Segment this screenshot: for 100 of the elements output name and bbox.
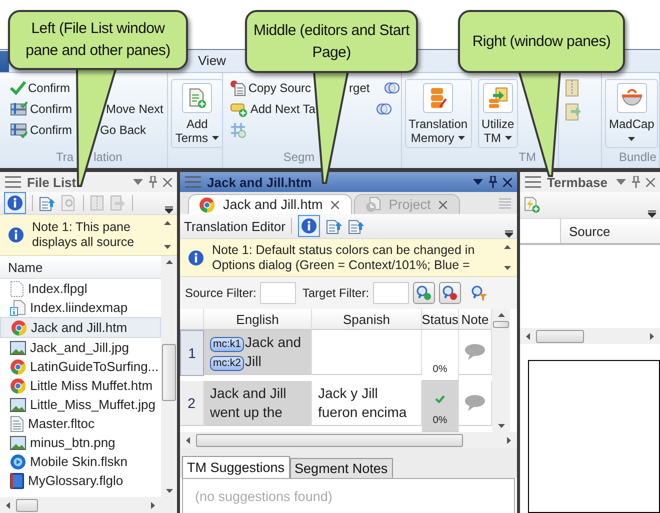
command-label[interactable]: Move Next	[106, 102, 164, 116]
zip-file-icon	[565, 79, 579, 97]
close-icon[interactable]	[438, 200, 447, 208]
panel-tab[interactable]: Segment Notes	[290, 458, 393, 478]
scroll-right-icon[interactable]	[507, 436, 511, 444]
document-tab[interactable]: Jack and Jill.htm	[188, 194, 352, 214]
browser-icon	[10, 378, 26, 394]
scroll-down-icon[interactable]	[498, 424, 504, 428]
scroll-up-icon[interactable]	[504, 245, 510, 249]
dropdown-icon[interactable]	[616, 179, 626, 185]
file-item[interactable]: Index.flpgl	[0, 279, 161, 298]
checkmark-icon	[10, 81, 26, 95]
checkmark-icon	[435, 395, 445, 403]
pin-icon[interactable]	[489, 176, 497, 188]
scroll-up-icon[interactable]	[164, 221, 170, 225]
scrollbar-thumb[interactable]	[493, 321, 509, 328]
file-item[interactable]: Index.liindexmap	[0, 298, 161, 317]
column-header[interactable]: Spanish	[312, 309, 422, 330]
target-filter-field[interactable]	[373, 282, 410, 304]
ribbon-button[interactable]: Translation Memory	[404, 79, 472, 148]
command-label[interactable]: Confirm	[30, 123, 72, 137]
target-cell[interactable]	[312, 330, 422, 375]
segment-number[interactable]: 2	[180, 381, 204, 426]
command-label[interactable]: Confirm	[28, 81, 70, 95]
file-item[interactable]: Master.fltoc	[0, 414, 161, 433]
scroll-down-icon[interactable]	[164, 245, 170, 249]
scroll-left-icon[interactable]	[186, 436, 190, 444]
document-arrow-icon[interactable]	[326, 218, 342, 234]
info-icon[interactable]	[7, 195, 23, 211]
scrollbar-thumb[interactable]	[162, 344, 176, 401]
note-text: Note 1: This pane displays all source	[32, 220, 136, 250]
command-label[interactable]: rget	[349, 81, 370, 95]
source-filter-field[interactable]	[260, 282, 296, 304]
command-label[interactable]: Add Next Ta	[250, 102, 316, 116]
document-arrow-icon[interactable]	[39, 195, 55, 211]
scroll-down-icon[interactable]	[504, 266, 510, 270]
merge-icon[interactable]	[376, 103, 392, 115]
file-item[interactable]: Little_Miss_Muffet.jpg	[0, 395, 161, 414]
file-item[interactable]: LatinGuideToSurfing...	[0, 357, 161, 376]
file-item[interactable]: Jack_and_Jill.jpg	[0, 338, 161, 357]
comment-icon[interactable]	[464, 343, 486, 361]
close-icon[interactable]	[330, 200, 339, 208]
group-label: TM	[518, 150, 536, 166]
segment-number[interactable]: 1	[180, 330, 204, 376]
ribbon-button[interactable]: Add Terms	[171, 79, 223, 148]
scrollbar-thumb[interactable]	[196, 434, 463, 446]
scroll-right-icon[interactable]	[151, 502, 155, 508]
close-icon[interactable]	[503, 178, 512, 186]
overflow-icon[interactable]	[165, 206, 173, 214]
overflow-icon[interactable]	[505, 230, 513, 238]
source-cell: mc:k1 Jack and mc:k2 Jill	[204, 330, 312, 375]
scroll-right-icon[interactable]	[650, 332, 654, 340]
pin-icon[interactable]	[632, 176, 640, 188]
scroll-up-icon[interactable]	[166, 260, 172, 264]
scrollbar-thumb[interactable]	[536, 330, 584, 342]
close-icon[interactable]	[163, 178, 172, 186]
file-item[interactable]: Mobile Skin.flskn	[0, 452, 161, 471]
info-icon	[8, 227, 24, 243]
database-icon	[429, 87, 448, 109]
menu-icon[interactable]	[525, 176, 541, 188]
comment-icon[interactable]	[464, 394, 486, 412]
pin-icon[interactable]	[149, 176, 157, 188]
index-file-icon	[10, 300, 26, 316]
add-term-icon[interactable]	[524, 197, 540, 213]
dropdown-icon[interactable]	[473, 179, 483, 185]
scroll-left-icon[interactable]	[6, 502, 10, 508]
column-header[interactable]: English	[204, 309, 312, 330]
command-label[interactable]: Go Back	[100, 123, 146, 137]
file-menu-tab[interactable]	[0, 51, 9, 72]
note-text: Note 1: Default status colors can be changed in Options dialog (Green = Context/101%; Blue =	[212, 242, 476, 272]
file-item[interactable]: Jack and Jill.htm	[0, 317, 161, 338]
column-header[interactable]: Status	[422, 309, 459, 330]
split-icon[interactable]	[384, 82, 400, 94]
scrollbar-thumb[interactable]	[16, 498, 38, 512]
command-label[interactable]: Confirm	[30, 102, 72, 116]
scroll-up-icon[interactable]	[498, 313, 504, 317]
copy-document-icon	[230, 80, 246, 96]
browser-icon	[199, 196, 215, 212]
panel-tab[interactable]: TM Suggestions	[182, 456, 290, 478]
image-icon	[10, 436, 26, 450]
filter-button[interactable]	[413, 282, 436, 304]
info-icon[interactable]	[301, 218, 318, 234]
ribbon-tab[interactable]: View	[192, 53, 232, 72]
file-item[interactable]: minus_btn.png	[0, 433, 161, 452]
file-item[interactable]: MyGlossary.flglo	[0, 471, 161, 490]
overflow-icon[interactable]	[648, 210, 656, 218]
dropdown-icon[interactable]	[133, 179, 143, 185]
close-icon[interactable]	[646, 178, 655, 186]
list-arrow-icon[interactable]	[348, 218, 364, 234]
grid-corner	[180, 309, 204, 330]
ribbon-button[interactable]: Utilize TM	[478, 79, 518, 148]
filter-button[interactable]	[439, 282, 462, 304]
scroll-down-icon[interactable]	[166, 489, 172, 493]
search-funnel-icon[interactable]	[471, 285, 488, 301]
ribbon-button[interactable]: MadCap	[605, 79, 658, 148]
menu-icon[interactable]	[5, 176, 21, 188]
command-label[interactable]: Copy Sourc	[248, 81, 312, 95]
scroll-left-icon[interactable]	[526, 332, 530, 340]
column-header[interactable]: Note	[459, 309, 492, 330]
file-item[interactable]: Little Miss Muffet.htm	[0, 376, 161, 395]
